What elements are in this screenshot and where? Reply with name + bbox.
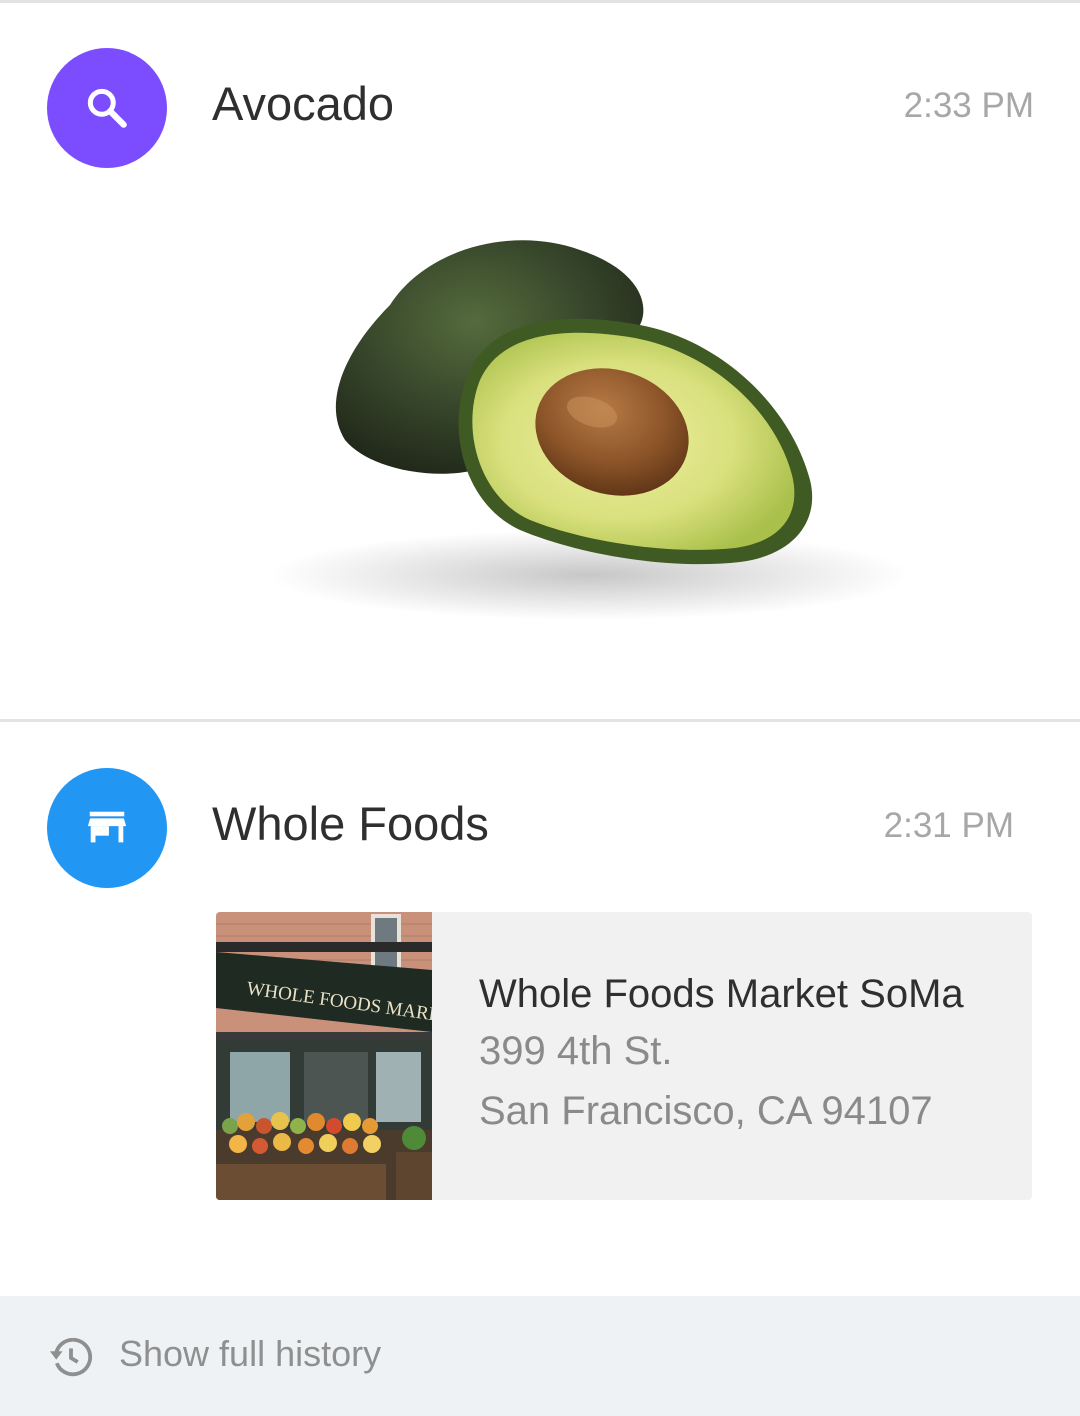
show-history-footer[interactable]: Show full history	[0, 1296, 1080, 1416]
store-photo: WHOLE FOODS MARKET	[216, 912, 432, 1200]
history-entry-whole-foods[interactable]: Whole Foods 2:31 PM	[0, 768, 1080, 888]
history-icon	[49, 1337, 93, 1377]
top-divider	[0, 0, 1080, 3]
entry-time: 2:31 PM	[883, 806, 1014, 845]
entry-title: Whole Foods	[212, 797, 489, 850]
search-avatar	[47, 48, 167, 168]
entry-divider	[0, 719, 1080, 722]
show-history-label[interactable]: Show full history	[119, 1332, 381, 1376]
store-icon	[87, 811, 127, 843]
place-name: Whole Foods Market SoMa	[479, 972, 964, 1016]
place-address-line2: San Francisco, CA 94107	[479, 1089, 933, 1133]
history-entry-avocado[interactable]: Avocado 2:33 PM	[0, 48, 1080, 168]
avocado-image[interactable]	[220, 170, 940, 650]
entry-time: 2:33 PM	[903, 86, 1034, 125]
entry-title: Avocado	[212, 77, 395, 130]
place-card[interactable]: WHOLE FOODS MARKET Whole Foods Market So	[216, 912, 1032, 1200]
search-icon	[87, 88, 127, 128]
place-address-line1: 399 4th St.	[479, 1029, 673, 1073]
history-screen: Avocado 2:33 PM Whole Foods 2:31 PM WHOL…	[0, 0, 1080, 1416]
store-avatar	[47, 768, 167, 888]
